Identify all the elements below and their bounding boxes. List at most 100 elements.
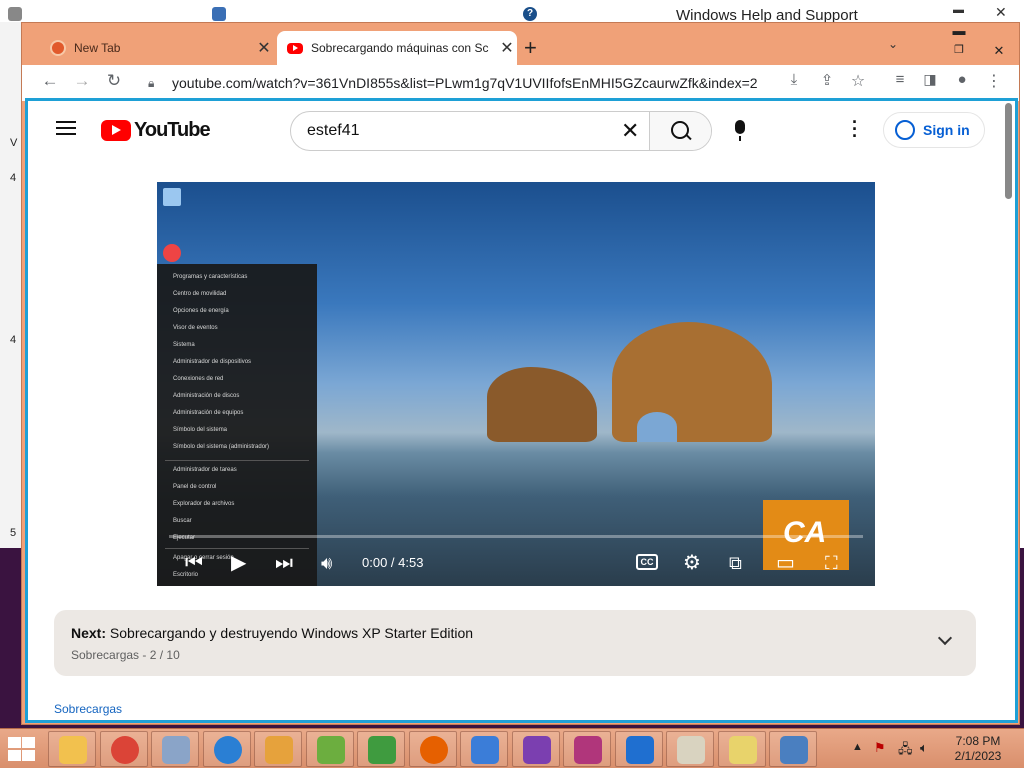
show-hidden-icons-icon[interactable]: ▲ [852, 741, 863, 753]
media-queue-icon[interactable]: ≡ [888, 71, 912, 88]
help-left-strip: V 4 4 5 [0, 22, 22, 548]
profile-icon[interactable]: ● [950, 71, 974, 88]
camera-app-icon [574, 736, 602, 764]
video-progress-bar[interactable] [169, 535, 863, 538]
side-panel-icon[interactable]: ◨ [918, 71, 942, 88]
taskbar-mail-app-button[interactable] [614, 731, 663, 767]
start-menu-item: Sistema [173, 342, 195, 348]
close-tab-icon[interactable]: ✕ [254, 38, 274, 58]
charts-app-icon [316, 736, 345, 764]
next-icon[interactable]: ⏭ [275, 552, 293, 574]
help-question-icon[interactable]: ? [523, 7, 537, 21]
taskbar-paint-button[interactable] [254, 731, 302, 767]
tab-search-chevron-icon[interactable]: ⌄ [888, 37, 898, 51]
restore-button[interactable]: ❐ [944, 43, 974, 61]
taskbar-mask-app-button[interactable] [511, 731, 560, 767]
network-icon[interactable]: 🖧︎ [898, 740, 913, 762]
taskbar-file-explorer-button[interactable] [48, 731, 96, 767]
speaker-icon[interactable]: 🔈︎ [920, 740, 928, 756]
bookmark-star-icon[interactable]: ☆ [846, 71, 870, 91]
video-player[interactable]: Programas y características Centro de mov… [157, 182, 875, 586]
mail-app-icon [625, 736, 654, 764]
settings-kebab-icon[interactable]: · · · [851, 113, 859, 145]
play-icon[interactable]: ▶ [231, 552, 246, 574]
internet-explorer-icon [213, 736, 242, 764]
url-text[interactable]: youtube.com/watch?v=361VnDI855s&list=PLw… [172, 75, 758, 91]
taskbar-charts-app-button[interactable] [305, 731, 354, 767]
next-video-card[interactable]: Next: Sobrecargando y destruyendo Window… [54, 610, 976, 676]
previous-icon[interactable]: ⏮ [185, 552, 203, 574]
youtube-favicon-icon [287, 42, 303, 54]
minimize-button[interactable]: ▬ [944, 23, 974, 41]
playlist-position: 2 / 10 [149, 648, 180, 662]
tab-strip: New Tab ✕ Sobrecargando máquinas con Sc … [22, 23, 1021, 65]
tab-youtube[interactable]: Sobrecargando máquinas con Sc ✕ [277, 31, 517, 65]
close-tab-icon[interactable]: ✕ [497, 38, 517, 58]
hamburger-menu-icon[interactable] [56, 121, 76, 135]
file-explorer-icon [59, 736, 87, 764]
help-minimize-button[interactable]: ▬ [953, 4, 964, 16]
sign-in-button[interactable]: Sign in [883, 112, 985, 148]
microphone-icon[interactable] [735, 120, 745, 141]
action-center-flag-icon[interactable]: ⚑ [874, 740, 886, 756]
close-window-button[interactable]: ✕ [984, 43, 1014, 61]
taskbar-control-panel-button[interactable] [460, 731, 508, 767]
player-controls: ⏮ ▶ ⏭ 🔊︎ 0:00 / 4:53 CC ⚙ ⧉ ▭ ⛶ [157, 544, 875, 586]
system-monitor-icon [162, 736, 190, 764]
taskbar-internet-explorer-button[interactable] [202, 731, 251, 767]
expand-chevron-icon[interactable] [937, 630, 953, 646]
help-close-button[interactable]: ✕ [995, 4, 1007, 21]
channel-link[interactable]: Sobrecargas [54, 702, 122, 716]
strip-mark: 4 [10, 172, 17, 184]
taskbar-calculator-button[interactable] [666, 731, 714, 767]
start-menu-item: Panel de control [173, 484, 217, 490]
next-line: Next: Sobrecargando y destruyendo Window… [71, 625, 473, 641]
playlist-name[interactable]: Sobrecargas [71, 648, 139, 662]
next-meta: Sobrecargas - 2 / 10 [71, 648, 180, 662]
menu-dots-icon[interactable]: ⋮ [982, 71, 1006, 91]
search-button[interactable] [649, 112, 711, 150]
back-arrow-icon[interactable]: ← [38, 71, 62, 91]
volume-icon[interactable]: 🔊︎ [321, 552, 332, 574]
vertical-scrollbar[interactable] [1005, 103, 1012, 199]
start-menu-item: Programas y características [173, 274, 248, 280]
youtube-logo[interactable]: YouTube [101, 119, 211, 142]
control-panel-icon [471, 736, 499, 764]
new-tab-button[interactable]: + [524, 35, 537, 61]
taskbar-camera-app-button[interactable] [563, 731, 611, 767]
search-input[interactable]: estef41 [307, 122, 359, 140]
taskbar-chat-app-button[interactable] [717, 731, 766, 767]
desktop-icon [163, 188, 181, 206]
miniplayer-icon[interactable]: ⧉ [729, 552, 742, 574]
address-bar[interactable]: 🔒︎ youtube.com/watch?v=361VnDI855s&list=… [140, 68, 800, 98]
download-icon[interactable]: ⤓ [782, 71, 806, 88]
lock-icon[interactable]: 🔒︎ [148, 76, 162, 91]
search-box[interactable]: estef41 ✕ [290, 111, 712, 151]
taskbar: ▲ ⚑ 🖧︎ 🔈︎ 7:08 PM 2/1/2023 [0, 728, 1024, 768]
taskbar-frog-app-button[interactable] [357, 731, 405, 767]
next-title[interactable]: Sobrecargando y destruyendo Windows XP S… [110, 625, 473, 641]
taskbar-chrome-button[interactable] [99, 731, 148, 767]
taskbar-system-monitor-button[interactable] [151, 731, 199, 767]
theater-mode-icon[interactable]: ▭ [776, 552, 795, 574]
fullscreen-icon[interactable]: ⛶ [825, 552, 838, 574]
settings-gear-icon[interactable]: ⚙ [683, 552, 701, 574]
mask-app-icon [522, 736, 551, 764]
clear-search-icon[interactable]: ✕ [621, 118, 639, 144]
start-windows-icon[interactable] [6, 736, 36, 762]
share-icon[interactable]: ⇪ [815, 71, 839, 89]
video-rock-arch [612, 322, 772, 442]
printer-icon[interactable] [8, 7, 22, 21]
taskbar-firefox-button[interactable] [408, 731, 457, 767]
forward-arrow-icon[interactable]: → [70, 71, 94, 91]
reload-icon[interactable]: ↻ [102, 71, 126, 91]
video-arch-gap [637, 412, 677, 442]
sign-in-label: Sign in [923, 122, 970, 138]
tab-title: Sobrecargando máquinas con Sc [311, 41, 489, 55]
next-label: Next: [71, 625, 107, 641]
taskbar-clock[interactable]: 7:08 PM 2/1/2023 [938, 734, 1018, 764]
tab-new-tab[interactable]: New Tab ✕ [44, 31, 274, 65]
captions-button[interactable]: CC [636, 554, 658, 570]
start-menu-item: Administración de discos [173, 393, 240, 399]
taskbar-keyboard-app-button[interactable] [769, 731, 817, 767]
